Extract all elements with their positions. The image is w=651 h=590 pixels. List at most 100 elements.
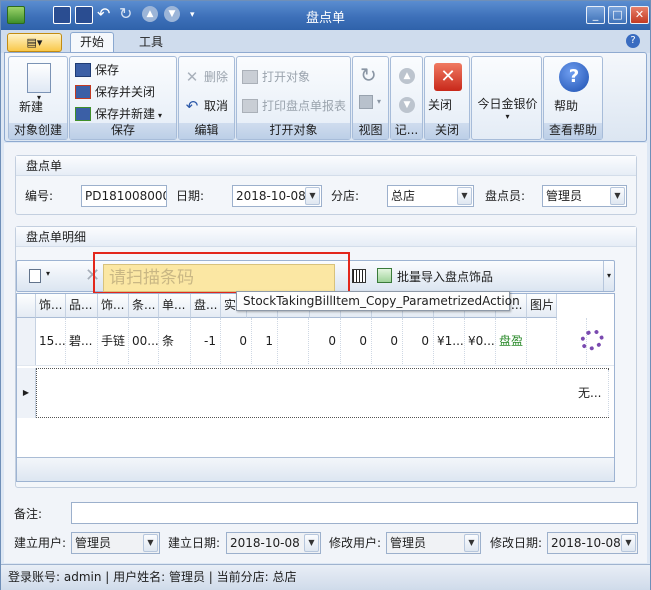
group-label-help: 查看帮助 <box>544 123 602 139</box>
dropdown-arrow-icon[interactable]: ▼ <box>305 187 320 205</box>
dropdown-arrow-icon[interactable]: ▼ <box>464 534 479 552</box>
modify-date-label: 修改日期: <box>490 536 543 550</box>
new-document-icon <box>27 63 51 93</box>
date-label: 日期: <box>176 189 205 203</box>
grid-cell: 条 <box>159 318 191 364</box>
window-title: 盘点单 <box>305 11 345 26</box>
save-button[interactable]: 保存 <box>73 60 119 80</box>
column-header[interactable]: 品... <box>66 294 98 318</box>
grid-cell-image: 无... <box>575 370 609 416</box>
group-label-open: 打开对象 <box>237 123 350 139</box>
number-field[interactable]: PD181008000 <box>81 185 167 207</box>
barcode-icon[interactable] <box>352 269 366 283</box>
detail-grid: 饰...品...饰...条...单...盘...实盘...备...图片 15..… <box>16 293 615 482</box>
group-label-record: 记... <box>391 123 422 139</box>
clerk-label: 盘点员: <box>485 189 526 203</box>
save-new-icon <box>75 107 91 121</box>
header-section: 盘点单 编号: PD181008000 日期: 2018-10-08 ▼ 分店: … <box>15 155 637 215</box>
grid-cell: 0 <box>309 318 341 364</box>
column-header[interactable]: 饰... <box>36 294 66 318</box>
dropdown-arrow-icon: ▾ <box>377 97 382 106</box>
column-header[interactable]: 单... <box>159 294 191 318</box>
remark-label: 备注: <box>14 507 43 521</box>
column-header[interactable]: 盘... <box>191 294 221 318</box>
help-button[interactable]: ? 帮助 <box>554 62 594 113</box>
clerk-select[interactable]: 管理员 ▼ <box>542 185 627 207</box>
create-user-label: 建立用户: <box>14 536 67 550</box>
create-date-label: 建立日期: <box>168 536 221 550</box>
open-object-icon <box>242 70 258 84</box>
column-header[interactable]: 饰... <box>98 294 129 318</box>
tab-tools[interactable]: 工具 <box>129 32 173 53</box>
new-button[interactable]: 新建 ▾ <box>19 63 59 114</box>
open-object-button[interactable]: 打开对象 <box>240 67 310 87</box>
status-bar: 登录账号: admin | 用户姓名: 管理员 | 当前分店: 总店 <box>1 564 650 590</box>
grid-cell <box>278 318 309 364</box>
minimize-button[interactable]: _ <box>586 6 605 24</box>
view-icon[interactable] <box>359 95 373 109</box>
group-label-view: 视图 <box>353 123 388 139</box>
dropdown-arrow-icon[interactable]: ▼ <box>610 187 625 205</box>
save-close-button[interactable]: 保存并关闭 <box>73 82 155 102</box>
print-report-button[interactable]: 打印盘点单报表 <box>240 96 346 116</box>
cancel-button[interactable]: ↶ 取消 <box>182 96 228 116</box>
group-gold-price: 今日金银价 ▾ <box>471 56 542 140</box>
close-button[interactable]: ✕ 关闭 <box>428 63 468 112</box>
modify-date-picker[interactable]: 2018-10-08 ▼ <box>547 532 638 554</box>
grid-footer <box>17 457 614 481</box>
grid-cell: 0 <box>403 318 434 364</box>
group-record: ▲ ▼ 记... <box>390 56 423 140</box>
date-picker[interactable]: 2018-10-08 ▼ <box>232 185 322 207</box>
window: ↶ ↻ ▲ ▼ ▾ 盘点单 _ □ ✕ ▤▾ 开始 工具 ? 新建 ▾ 对象创建… <box>0 0 651 590</box>
dropdown-arrow-icon[interactable]: ▼ <box>304 534 319 552</box>
row-indicator-header <box>17 294 36 318</box>
tooltip: StockTakingBillItem_Copy_ParametrizedAct… <box>236 291 520 311</box>
toolbar-overflow-button[interactable]: ▾ <box>603 261 614 291</box>
number-label: 编号: <box>25 189 54 203</box>
new-row-icon[interactable] <box>29 269 41 283</box>
column-header[interactable]: 条... <box>129 294 159 318</box>
detail-section-title: 盘点单明细 <box>16 227 636 247</box>
column-header[interactable]: 图片 <box>527 294 557 318</box>
dropdown-arrow-icon: ▾ <box>505 112 510 121</box>
group-save: 保存 保存并关闭 保存并新建 ▾ 保存 <box>69 56 177 140</box>
table-row[interactable]: 15... 碧... 手链 00... 条 -1 0 1 0 0 0 0 ¥1... ¥0... 盘盈 <box>17 318 614 366</box>
modify-user-select[interactable]: 管理员 ▼ <box>386 532 481 554</box>
delete-icon: ✕ <box>185 68 199 86</box>
table-row[interactable]: 无... <box>36 368 609 418</box>
dropdown-arrow-icon[interactable]: ▼ <box>143 534 158 552</box>
group-label-create: 对象创建 <box>9 123 67 139</box>
close-window-button[interactable]: ✕ <box>630 6 649 24</box>
grid-cell: 盘盈 <box>496 318 527 364</box>
create-user-select[interactable]: 管理员 ▼ <box>71 532 160 554</box>
header-section-title: 盘点单 <box>16 156 636 176</box>
next-record-icon[interactable]: ▼ <box>399 97 415 113</box>
print-icon <box>242 99 258 113</box>
grid-cell: 手链 <box>98 318 129 364</box>
ribbon-tab-row: ▤▾ 开始 工具 ? <box>1 30 650 53</box>
delete-button[interactable]: ✕ 删除 <box>182 67 228 87</box>
gold-price-button[interactable]: 今日金银价 ▾ <box>474 95 541 121</box>
grid-cell <box>527 318 557 364</box>
branch-select[interactable]: 总店 ▼ <box>387 185 474 207</box>
bulk-import-button[interactable]: 批量导入盘点饰品 <box>397 268 493 285</box>
grid-cell: 15... <box>36 318 66 364</box>
gold-price-label: 今日金银价 <box>477 97 538 111</box>
save-close-icon <box>75 85 91 99</box>
create-date-picker[interactable]: 2018-10-08 ▼ <box>226 532 321 554</box>
tab-home[interactable]: 开始 <box>70 32 115 53</box>
save-new-button[interactable]: 保存并新建 ▾ <box>73 104 162 124</box>
maximize-button[interactable]: □ <box>608 6 627 24</box>
app-menu-button[interactable]: ▤▾ <box>7 33 62 52</box>
remark-field[interactable] <box>71 502 638 524</box>
grid-cell: 碧... <box>66 318 98 364</box>
dropdown-arrow-icon[interactable]: ▼ <box>457 187 472 205</box>
dropdown-arrow-icon[interactable]: ▾ <box>46 269 50 278</box>
refresh-icon[interactable]: ↻ <box>360 63 377 87</box>
previous-record-icon[interactable]: ▲ <box>399 68 415 84</box>
help-icon[interactable]: ? <box>626 34 640 48</box>
modify-user-label: 修改用户: <box>329 536 382 550</box>
title-bar: ↶ ↻ ▲ ▼ ▾ 盘点单 _ □ ✕ <box>1 1 650 30</box>
dropdown-arrow-icon[interactable]: ▼ <box>621 534 636 552</box>
undo-icon: ↶ <box>185 97 199 115</box>
